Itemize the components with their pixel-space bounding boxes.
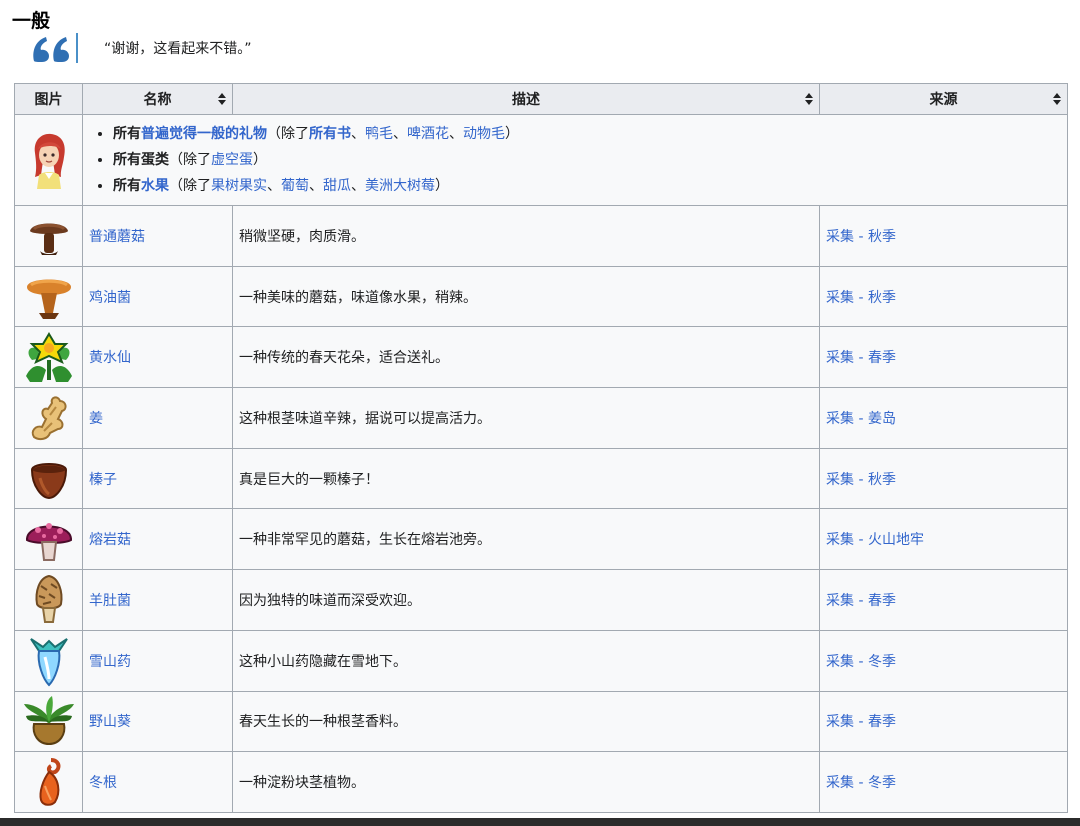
table-row: 榛子 真是巨大的一颗榛子！ 采集 - 秋季 — [14, 447, 1068, 510]
item-source-link[interactable]: 采集 - 春季 — [826, 593, 896, 609]
hazelnut-icon — [30, 462, 67, 499]
hops-link[interactable]: 啤酒花 — [407, 126, 449, 142]
grape-link[interactable]: 葡萄 — [281, 178, 309, 194]
summary-cell: 所有普遍觉得一般的礼物（除了所有书、鸭毛、啤酒花、动物毛） 所有蛋类（除了虚空蛋… — [82, 114, 1068, 206]
table-row: 熔岩菇 一种非常罕见的蘑菇，生长在熔岩池旁。 采集 - 火山地牢 — [14, 508, 1068, 571]
table-row: 野山葵 春天生长的一种根茎香料。 采集 - 春季 — [14, 690, 1068, 753]
item-name-link[interactable]: 熔岩菇 — [89, 532, 131, 548]
item-description: 真是巨大的一颗榛子！ — [232, 447, 820, 510]
summary-list: 所有普遍觉得一般的礼物（除了所有书、鸭毛、啤酒花、动物毛） 所有蛋类（除了虚空蛋… — [89, 121, 1061, 199]
item-description: 春天生长的一种根茎香料。 — [232, 690, 820, 753]
quote-divider — [76, 33, 78, 63]
table-row: 普通蘑菇 稍微坚硬，肉质滑。 采集 - 秋季 — [14, 205, 1068, 267]
fruits-link[interactable]: 水果 — [141, 178, 169, 194]
winter-root-icon — [39, 758, 60, 806]
item-source-link[interactable]: 采集 - 姜岛 — [826, 411, 896, 427]
quote-block: “谢谢，这看起来不错。” — [30, 30, 252, 66]
item-name-link[interactable]: 黄水仙 — [89, 350, 131, 366]
sort-icon[interactable] — [805, 93, 813, 105]
image-cell — [14, 751, 83, 813]
quote-mark-icon — [30, 31, 74, 65]
table-row: 黄水仙 一种传统的春天花朵，适合送礼。 采集 - 春季 — [14, 326, 1068, 389]
sort-icon[interactable] — [218, 93, 226, 105]
item-name-link[interactable]: 榛子 — [89, 472, 117, 488]
void-egg-link[interactable]: 虚空蛋 — [211, 152, 253, 168]
item-name-link[interactable]: 羊肚菌 — [89, 593, 131, 609]
item-name-link[interactable]: 野山葵 — [89, 714, 131, 730]
item-source-link[interactable]: 采集 - 秋季 — [826, 229, 896, 245]
item-source-link[interactable]: 采集 - 冬季 — [826, 775, 896, 791]
list-item: 所有蛋类（除了虚空蛋） — [113, 147, 1061, 173]
gift-section: 一般 “谢谢，这看起来不错。” 图片 名称 描述 来源 • 所有普遍觉得一般的礼… — [0, 0, 1080, 826]
item-description: 这种根茎味道辛辣，据说可以提高活力。 — [232, 387, 820, 449]
item-description: 一种非常罕见的蘑菇，生长在熔岩池旁。 — [232, 508, 820, 571]
image-cell — [14, 690, 83, 753]
morel-icon — [35, 574, 62, 623]
table-header-row: 图片 名称 描述 来源 — [14, 83, 1068, 115]
item-description: 稍微坚硬，肉质滑。 — [232, 205, 820, 267]
salmonberry-link[interactable]: 美洲大树莓 — [365, 178, 435, 194]
fruit-tree-link[interactable]: 果树果实 — [211, 178, 267, 194]
image-cell — [14, 447, 83, 510]
header-image: 图片 — [14, 83, 83, 115]
portrait-cell — [14, 114, 83, 206]
item-source-link[interactable]: 采集 - 火山地牢 — [826, 532, 924, 548]
item-description: 因为独特的味道而深受欢迎。 — [232, 569, 820, 631]
item-name-link[interactable]: 鸡油菌 — [89, 290, 131, 306]
table-row: 冬根 一种淀粉块茎植物。 采集 - 冬季 — [14, 751, 1068, 813]
header-source[interactable]: 来源 — [819, 83, 1068, 115]
window-bottom-edge — [0, 818, 1080, 826]
villager-portrait-icon — [34, 133, 65, 189]
item-source-link[interactable]: 采集 - 春季 — [826, 714, 896, 730]
wool-link[interactable]: 动物毛 — [463, 126, 505, 142]
image-cell — [14, 569, 83, 631]
table-row: 雪山药 这种小山药隐藏在雪地下。 采集 - 冬季 — [14, 629, 1068, 692]
item-description: 一种传统的春天花朵，适合送礼。 — [232, 326, 820, 389]
image-cell — [14, 508, 83, 571]
sort-icon[interactable] — [1053, 93, 1061, 105]
item-description: 这种小山药隐藏在雪地下。 — [232, 629, 820, 692]
summary-row: 所有普遍觉得一般的礼物（除了所有书、鸭毛、啤酒花、动物毛） 所有蛋类（除了虚空蛋… — [14, 114, 1068, 206]
item-description: 一种淀粉块茎植物。 — [232, 751, 820, 813]
chanterelle-icon — [26, 279, 71, 319]
list-item: 所有水果（除了果树果实、葡萄、甜瓜、美洲大树莓） — [113, 173, 1061, 199]
common-mushroom-icon — [29, 223, 68, 255]
item-source-link[interactable]: 采集 - 秋季 — [826, 290, 896, 306]
image-cell — [14, 629, 83, 692]
image-cell — [14, 265, 83, 328]
item-name-link[interactable]: 雪山药 — [89, 654, 131, 670]
universal-neutral-link[interactable]: 普遍觉得一般的礼物 — [141, 126, 267, 142]
image-cell — [14, 326, 83, 389]
melon-link[interactable]: 甜瓜 — [323, 178, 351, 194]
item-source-link[interactable]: 采集 - 春季 — [826, 350, 896, 366]
daffodil-icon — [25, 332, 72, 383]
list-item: 所有普遍觉得一般的礼物（除了所有书、鸭毛、啤酒花、动物毛） — [113, 121, 1061, 147]
snow-yam-icon — [29, 637, 68, 687]
wild-horseradish-icon — [23, 696, 74, 746]
item-source-link[interactable]: 采集 - 秋季 — [826, 472, 896, 488]
quote-text: “谢谢，这看起来不错。” — [104, 41, 252, 57]
table-row: 鸡油菌 一种美味的蘑菇，味道像水果，稍辣。 采集 - 秋季 — [14, 265, 1068, 328]
gift-table: 图片 名称 描述 来源 • 所有普遍觉得一般的礼物（除了所有书、鸭毛、啤酒花、动… — [14, 83, 1068, 813]
item-source-link[interactable]: 采集 - 冬季 — [826, 654, 896, 670]
image-cell — [14, 205, 83, 267]
item-name-link[interactable]: 姜 — [89, 411, 103, 427]
item-name-link[interactable]: 冬根 — [89, 775, 117, 791]
table-row: 羊肚菌 因为独特的味道而深受欢迎。 采集 - 春季 — [14, 569, 1068, 631]
header-description[interactable]: 描述 — [232, 83, 820, 115]
item-name-link[interactable]: 普通蘑菇 — [89, 229, 145, 245]
image-cell — [14, 387, 83, 449]
magma-cap-icon — [25, 523, 72, 562]
table-row: 姜 这种根茎味道辛辣，据说可以提高活力。 采集 - 姜岛 — [14, 387, 1068, 449]
duck-feather-link[interactable]: 鸭毛 — [365, 126, 393, 142]
ginger-icon — [31, 396, 67, 440]
section-title: 一般 — [12, 10, 51, 32]
item-description: 一种美味的蘑菇，味道像水果，稍辣。 — [232, 265, 820, 328]
header-name[interactable]: 名称 — [82, 83, 233, 115]
all-books-link[interactable]: 所有书 — [309, 126, 351, 142]
